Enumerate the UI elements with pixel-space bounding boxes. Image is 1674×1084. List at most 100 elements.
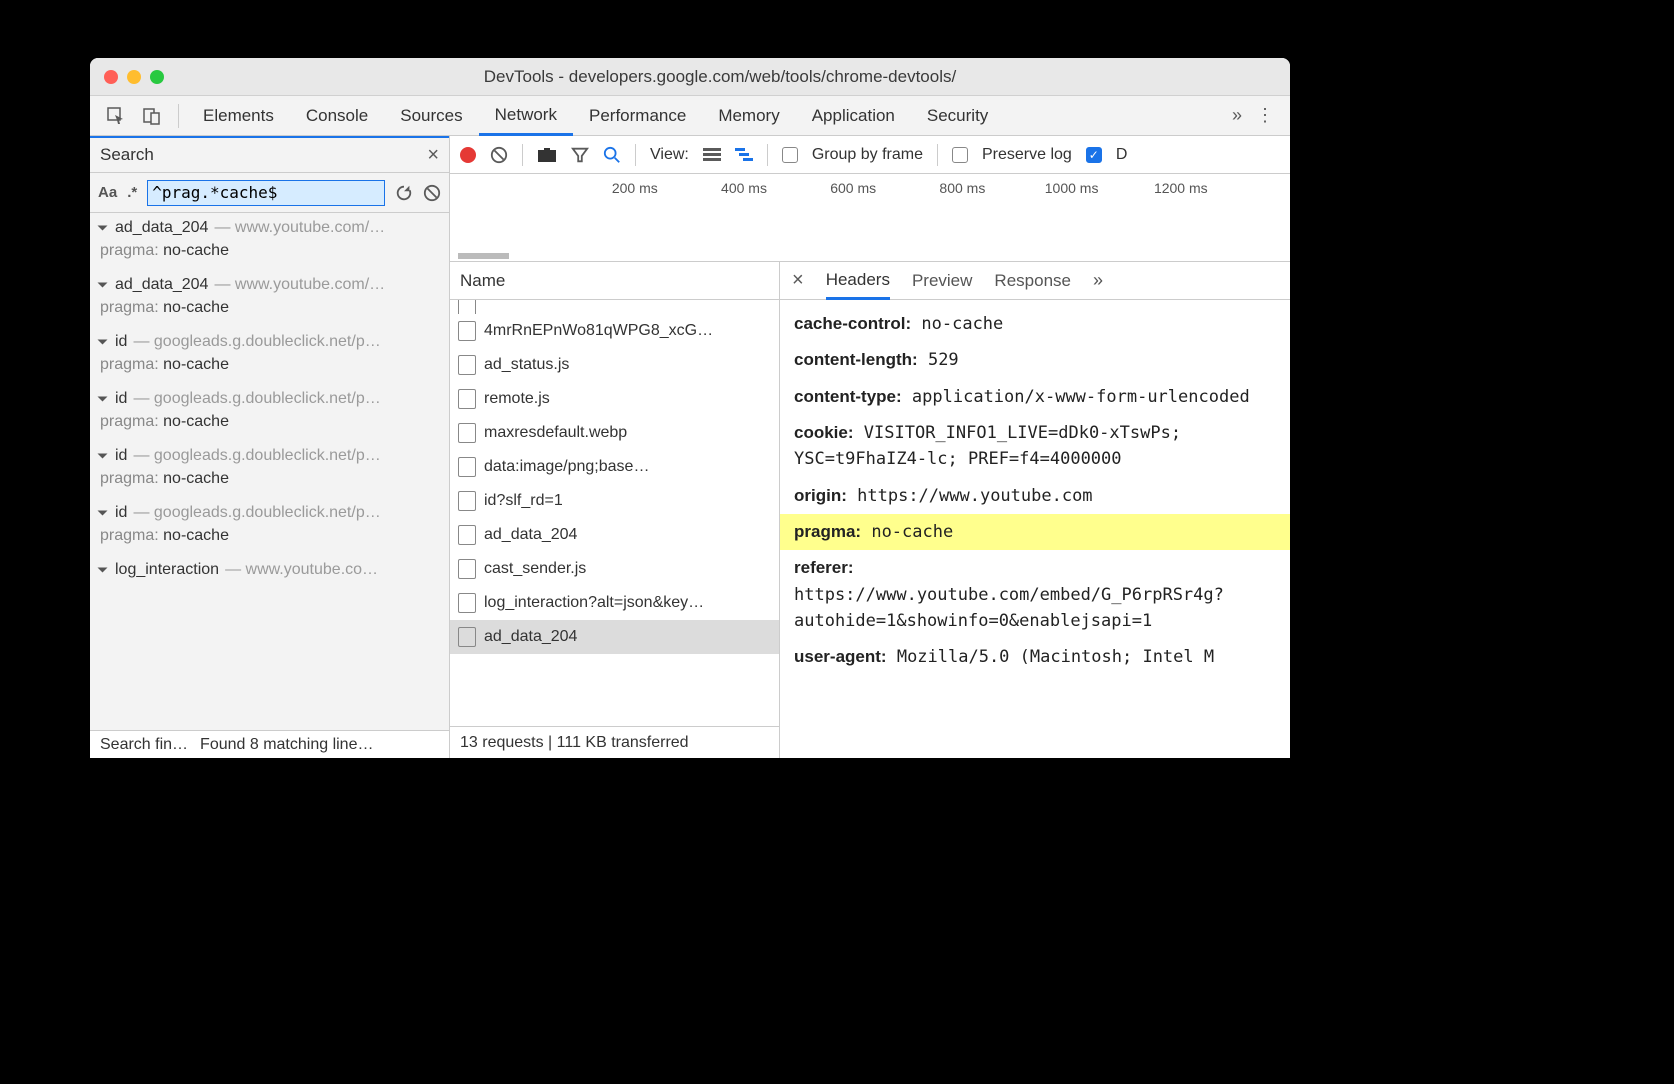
search-pane-title: Search <box>100 145 427 165</box>
file-icon <box>458 389 476 409</box>
file-icon <box>458 457 476 477</box>
timeline-tick: 400 ms <box>721 180 767 196</box>
file-icon <box>458 355 476 375</box>
search-result-file[interactable]: log_interaction — www.youtube.co… <box>90 555 449 581</box>
search-result-match[interactable]: pragma: no-cache <box>90 353 449 384</box>
group-by-frame-label: Group by frame <box>812 146 923 164</box>
header-row[interactable]: cache-control: no-cache <box>780 306 1290 342</box>
request-row[interactable]: ad_data_204 <box>450 518 779 552</box>
search-result-match[interactable]: pragma: no-cache <box>90 467 449 498</box>
search-results: ad_data_204 — www.youtube.com/…pragma: n… <box>90 213 449 730</box>
search-result-match[interactable]: pragma: no-cache <box>90 239 449 270</box>
request-row[interactable]: data:image/png;base… <box>450 450 779 484</box>
regex-toggle[interactable]: .* <box>127 184 137 201</box>
detail-tab-response[interactable]: Response <box>994 271 1071 291</box>
network-pane: View: Group by frame Preserve log ✓ D 20… <box>450 136 1290 758</box>
tab-memory[interactable]: Memory <box>702 96 795 136</box>
request-name-column: Name 4mrRnEPnWo81qWPG8_xcG…ad_status.jsr… <box>450 262 780 758</box>
close-detail-icon[interactable]: × <box>792 269 804 292</box>
search-result-match[interactable]: pragma: no-cache <box>90 524 449 555</box>
header-row[interactable]: origin: https://www.youtube.com <box>780 478 1290 514</box>
close-window-button[interactable] <box>104 70 118 84</box>
request-row[interactable]: remote.js <box>450 382 779 416</box>
search-result-match[interactable]: pragma: no-cache <box>90 410 449 441</box>
record-button[interactable] <box>460 147 476 163</box>
file-icon <box>458 593 476 613</box>
file-icon <box>458 423 476 443</box>
search-icon[interactable] <box>603 146 621 164</box>
search-result-file[interactable]: id — googleads.g.doubleclick.net/p… <box>90 441 449 467</box>
devtools-window: DevTools - developers.google.com/web/too… <box>90 58 1290 758</box>
search-result-file[interactable]: id — googleads.g.doubleclick.net/p… <box>90 384 449 410</box>
search-status-right: Found 8 matching line… <box>200 736 373 754</box>
tab-elements[interactable]: Elements <box>187 96 290 136</box>
tab-security[interactable]: Security <box>911 96 1004 136</box>
clear-icon[interactable] <box>490 146 508 164</box>
tab-performance[interactable]: Performance <box>573 96 702 136</box>
header-row[interactable]: cookie: VISITOR_INFO1_LIVE=dDk0-xTswPs; … <box>780 415 1290 478</box>
clear-search-icon[interactable] <box>423 184 441 202</box>
device-toggle-icon[interactable] <box>134 106 170 126</box>
match-case-toggle[interactable]: Aa <box>98 184 117 201</box>
file-icon <box>458 559 476 579</box>
request-row[interactable]: 4mrRnEPnWo81qWPG8_xcG… <box>450 314 779 348</box>
request-row[interactable]: id?slf_rd=1 <box>450 484 779 518</box>
header-row[interactable]: content-length: 529 <box>780 342 1290 378</box>
request-summary: 13 requests | 111 KB transferred <box>450 726 779 758</box>
network-toolbar: View: Group by frame Preserve log ✓ D <box>450 136 1290 174</box>
file-icon <box>458 627 476 647</box>
search-result-match[interactable]: pragma: no-cache <box>90 296 449 327</box>
file-icon <box>458 491 476 511</box>
large-rows-icon[interactable] <box>703 148 721 162</box>
detail-tabs-overflow-icon[interactable]: » <box>1093 270 1103 291</box>
timeline-tick: 800 ms <box>939 180 985 196</box>
timeline-overview[interactable]: 200 ms 400 ms 600 ms 800 ms 1000 ms 1200 ms <box>450 174 1290 262</box>
search-pane: Search × Aa .* ad_data_204 — www.youtube… <box>90 136 450 758</box>
header-row[interactable]: pragma: no-cache <box>780 514 1290 550</box>
file-icon <box>458 525 476 545</box>
panel-tabs: Elements Console Sources Network Perform… <box>90 96 1290 136</box>
tabs-overflow-icon[interactable]: » <box>1232 105 1242 126</box>
close-search-icon[interactable]: × <box>427 144 439 167</box>
tab-console[interactable]: Console <box>290 96 384 136</box>
file-icon <box>458 321 476 341</box>
search-status-left: Search fin… <box>100 736 188 754</box>
tab-network[interactable]: Network <box>479 96 573 136</box>
tab-application[interactable]: Application <box>796 96 911 136</box>
kebab-menu-icon[interactable]: ⋮ <box>1256 105 1274 126</box>
traffic-lights <box>104 70 164 84</box>
screenshot-icon[interactable] <box>537 147 557 163</box>
search-result-file[interactable]: id — googleads.g.doubleclick.net/p… <box>90 327 449 353</box>
inspect-icon[interactable] <box>98 106 134 126</box>
request-row[interactable]: ad_data_204 <box>450 620 779 654</box>
timeline-tick: 1000 ms <box>1045 180 1099 196</box>
waterfall-icon[interactable] <box>735 148 753 162</box>
timeline-tick: 600 ms <box>830 180 876 196</box>
request-row[interactable]: log_interaction?alt=json&key… <box>450 586 779 620</box>
search-result-file[interactable]: ad_data_204 — www.youtube.com/… <box>90 270 449 296</box>
tab-sources[interactable]: Sources <box>384 96 478 136</box>
search-result-file[interactable]: id — googleads.g.doubleclick.net/p… <box>90 498 449 524</box>
header-row[interactable]: referer: https://www.youtube.com/embed/G… <box>780 550 1290 639</box>
request-detail: × Headers Preview Response » cache-contr… <box>780 262 1290 758</box>
filter-icon[interactable] <box>571 146 589 164</box>
request-row[interactable]: ad_status.js <box>450 348 779 382</box>
request-row[interactable]: maxresdefault.webp <box>450 416 779 450</box>
refresh-search-icon[interactable] <box>395 184 413 202</box>
detail-tab-headers[interactable]: Headers <box>826 262 890 300</box>
timeline-tick: 200 ms <box>612 180 658 196</box>
search-input[interactable] <box>147 180 385 206</box>
header-row[interactable]: content-type: application/x-www-form-url… <box>780 379 1290 415</box>
preserve-log-checkbox[interactable] <box>952 147 968 163</box>
name-column-header[interactable]: Name <box>450 262 779 300</box>
timeline-tick: 1200 ms <box>1154 180 1208 196</box>
view-label: View: <box>650 146 689 164</box>
minimize-window-button[interactable] <box>127 70 141 84</box>
detail-tab-preview[interactable]: Preview <box>912 271 972 291</box>
disable-cache-checkbox[interactable]: ✓ <box>1086 147 1102 163</box>
request-row[interactable]: cast_sender.js <box>450 552 779 586</box>
search-result-file[interactable]: ad_data_204 — www.youtube.com/… <box>90 213 449 239</box>
group-by-frame-checkbox[interactable] <box>782 147 798 163</box>
header-row[interactable]: user-agent: Mozilla/5.0 (Macintosh; Inte… <box>780 639 1290 675</box>
zoom-window-button[interactable] <box>150 70 164 84</box>
